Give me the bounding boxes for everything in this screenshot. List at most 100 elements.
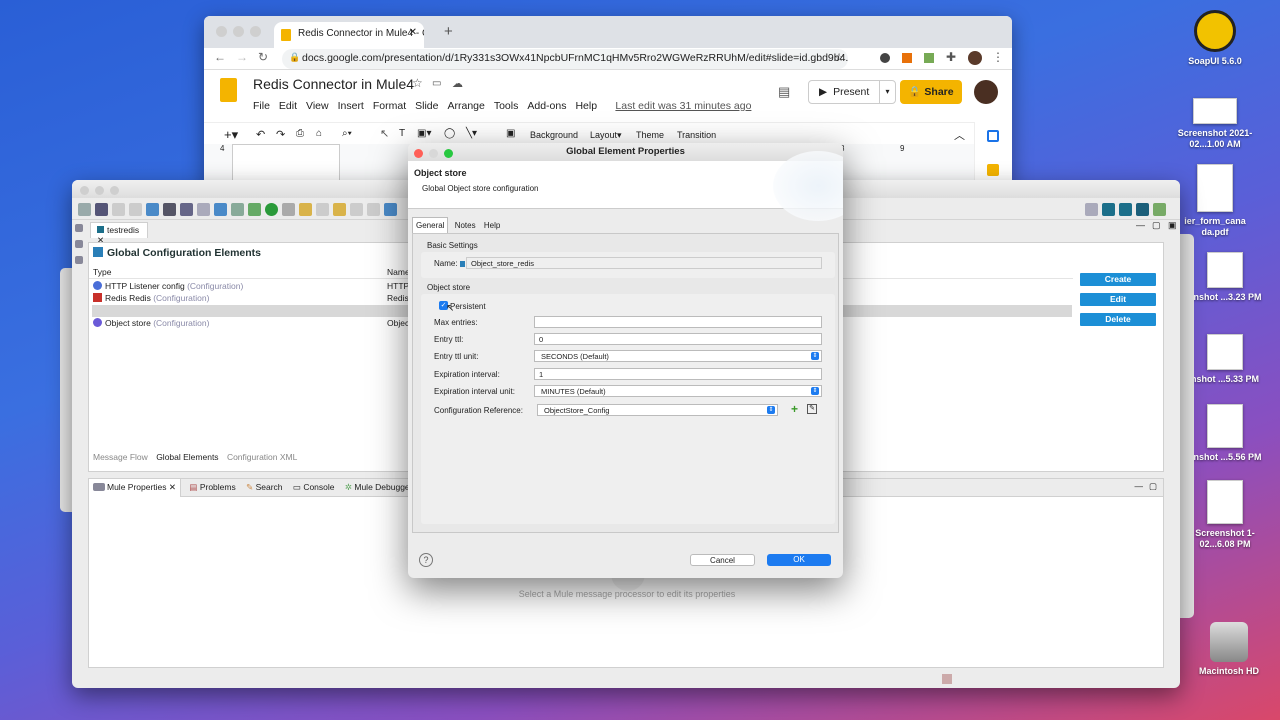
keep-icon[interactable] — [987, 164, 999, 176]
back-icon[interactable]: ← — [214, 50, 226, 64]
line-icon[interactable]: ╲▾ — [466, 128, 477, 139]
close-icon[interactable]: ✕ — [169, 482, 176, 492]
menu-arrange[interactable]: Arrange — [447, 100, 484, 112]
add-config-icon[interactable]: + — [791, 402, 798, 416]
tab-notes[interactable]: Notes — [455, 221, 476, 230]
slides-logo-icon[interactable] — [220, 78, 237, 102]
zoom-window-icon[interactable] — [444, 149, 453, 158]
tab-global-elements[interactable]: Global Elements — [156, 452, 218, 462]
tab-message-flow[interactable]: Message Flow — [93, 452, 148, 462]
delete-button[interactable]: Delete — [1080, 313, 1156, 326]
history-icon[interactable] — [333, 203, 346, 217]
edit-button[interactable]: Edit — [1080, 293, 1156, 306]
mule-perspective-icon[interactable] — [1119, 203, 1132, 217]
document-title[interactable]: Redis Connector in Mule4 — [253, 76, 414, 92]
expiration-interval-field[interactable]: 1 — [534, 368, 822, 380]
minimize-window-icon[interactable] — [429, 149, 438, 158]
link-icon[interactable] — [367, 203, 380, 217]
menu-slide[interactable]: Slide — [415, 100, 438, 112]
desktop-icon-pdf[interactable]: ier_form_cana da.pdf — [1170, 164, 1260, 238]
entry-ttl-unit-select[interactable]: SECONDS (Default) ⇕ — [534, 350, 822, 362]
shape-icon[interactable]: ◯ — [444, 128, 455, 139]
theme-button[interactable]: Theme — [636, 130, 664, 140]
tab-mule-properties[interactable]: Mule Properties ✕ — [89, 479, 182, 497]
extension-icon[interactable] — [902, 53, 912, 63]
menu-file[interactable]: File — [253, 100, 270, 112]
create-button[interactable]: Create — [1080, 273, 1156, 286]
select-cursor-icon[interactable]: ↖ — [380, 127, 389, 140]
outline-icon[interactable] — [75, 240, 83, 248]
lock-icon[interactable] — [180, 203, 193, 217]
zoom-window-icon[interactable] — [110, 186, 119, 195]
profile-avatar[interactable] — [968, 51, 982, 65]
layout-icon[interactable] — [384, 203, 397, 217]
account-avatar[interactable] — [974, 80, 998, 104]
tools-icon[interactable] — [163, 203, 176, 217]
chevron-down-icon[interactable]: ▾ — [879, 81, 895, 103]
paint-format-icon[interactable]: ⌂ — [316, 128, 322, 139]
menu-tools[interactable]: Tools — [494, 100, 519, 112]
text-box-icon[interactable]: T — [399, 128, 405, 139]
mule-project-icon[interactable] — [95, 203, 108, 217]
restore-view-icon[interactable]: ▣ — [1168, 220, 1177, 231]
folder-icon[interactable] — [197, 203, 210, 217]
edit-config-icon[interactable]: ✎ — [807, 404, 817, 414]
save-all-icon[interactable] — [129, 203, 142, 217]
close-window-icon[interactable] — [80, 186, 89, 195]
share-button[interactable]: 🔒 Share — [900, 80, 962, 104]
maximize-view-icon[interactable]: ▢ — [1149, 481, 1157, 492]
browser-tab[interactable]: Redis Connector in Mule4 - Go ✕ — [274, 22, 424, 48]
browser-menu-icon[interactable]: ⋮ — [992, 50, 1004, 64]
close-window-icon[interactable] — [216, 26, 227, 37]
column-header-type[interactable]: Type — [93, 267, 111, 277]
editor-tab[interactable]: testredis ✕ — [90, 222, 148, 245]
cloud-saved-icon[interactable]: ☁ — [452, 77, 463, 90]
zoom-window-icon[interactable] — [250, 26, 261, 37]
bookmark-star-icon[interactable]: ☆ — [834, 51, 844, 64]
minimize-view-icon[interactable]: — — [1136, 220, 1145, 230]
minimize-window-icon[interactable] — [95, 186, 104, 195]
mule-design-perspective-icon[interactable] — [1102, 203, 1115, 217]
tab-close-icon[interactable]: ✕ — [409, 27, 417, 38]
save-icon[interactable] — [112, 203, 125, 217]
run-icon[interactable] — [265, 203, 278, 217]
desktop-icon-soapui[interactable]: SoapUI 5.6.0 — [1170, 10, 1260, 67]
help-icon[interactable]: ? — [419, 553, 433, 567]
new-tab-icon[interactable]: + — [444, 23, 453, 40]
extension-icon[interactable] — [880, 53, 890, 63]
star-icon[interactable]: ☆ — [412, 76, 423, 90]
tab-mule-debugger[interactable]: ✲ Mule Debugger — [345, 482, 413, 492]
minimize-window-icon[interactable] — [233, 26, 244, 37]
open-perspective-icon[interactable] — [1085, 203, 1098, 217]
column-header-name[interactable]: Name — [387, 267, 410, 277]
comments-icon[interactable]: ▤ — [778, 84, 790, 100]
comment-add-icon[interactable]: ▣ — [506, 128, 515, 139]
close-window-icon[interactable] — [414, 149, 423, 158]
tab-console[interactable]: ▭ Console — [293, 482, 335, 492]
debug-perspective-icon[interactable] — [1153, 203, 1166, 217]
transition-button[interactable]: Transition — [677, 130, 716, 140]
api-perspective-icon[interactable] — [1136, 203, 1149, 217]
config-reference-select[interactable]: ObjectStore_Config ⇕ — [537, 404, 778, 416]
desktop-icon-hd[interactable]: Macintosh HD — [1184, 622, 1274, 677]
background-button[interactable]: Background — [530, 130, 578, 140]
last-edit-link[interactable]: Last edit was 31 minutes ago — [615, 100, 751, 112]
undo-icon[interactable]: ↶ — [256, 128, 265, 141]
menu-insert[interactable]: Insert — [338, 100, 364, 112]
layout-button[interactable]: Layout▾ — [590, 130, 622, 141]
image-icon[interactable]: ▣▾ — [417, 128, 431, 139]
expiration-interval-unit-select[interactable]: MINUTES (Default) ⇕ — [534, 385, 822, 397]
build-icon[interactable] — [231, 203, 244, 217]
tab-help[interactable]: Help — [484, 221, 500, 230]
export-icon[interactable] — [214, 203, 227, 217]
pin-icon[interactable] — [350, 203, 363, 217]
new-icon[interactable] — [78, 203, 91, 217]
desktop-icon-screenshot-1[interactable]: Screenshot 2021-02...1.00 AM — [1170, 98, 1260, 150]
menu-format[interactable]: Format — [373, 100, 406, 112]
redo-icon[interactable]: ↷ — [276, 128, 285, 141]
debug-icon[interactable] — [248, 203, 261, 217]
new-slide-icon[interactable]: +▾ — [224, 127, 238, 143]
menu-addons[interactable]: Add-ons — [527, 100, 566, 112]
zoom-icon[interactable]: ⌕▾ — [342, 128, 352, 139]
extension-icon[interactable] — [924, 53, 934, 63]
